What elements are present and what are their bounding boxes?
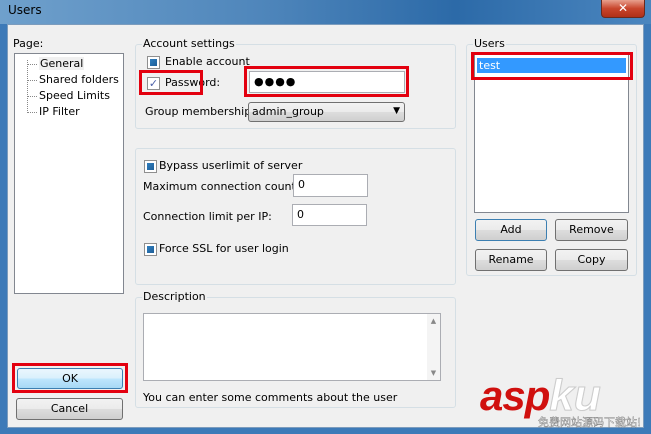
per-ip-label: Connection limit per IP: (143, 210, 272, 223)
watermark-tagline: 免费网站源码下载站! (538, 416, 642, 429)
dialog-body: Page: General Shared folders Speed Limit… (7, 24, 644, 429)
highlight-ok (12, 363, 128, 393)
group-membership-label: Group membership: (145, 105, 255, 118)
title-bar[interactable] (0, 0, 651, 24)
description-hint: You can enter some comments about the us… (143, 391, 398, 404)
force-ssl-label: Force SSL for user login (159, 242, 289, 255)
remove-user-button[interactable]: Remove (555, 219, 628, 241)
enable-account-label: Enable account (165, 55, 250, 68)
add-user-button[interactable]: Add (475, 219, 547, 241)
force-ssl-checkbox[interactable] (144, 243, 157, 256)
rename-user-button[interactable]: Rename (475, 249, 547, 271)
chevron-down-icon: ▼ (393, 106, 400, 116)
per-ip-input[interactable]: 0 (292, 204, 367, 226)
enable-account-checkbox[interactable] (147, 56, 160, 69)
highlight-password-input (244, 66, 409, 97)
description-textarea[interactable] (143, 313, 441, 381)
cancel-button[interactable]: Cancel (16, 398, 123, 420)
bypass-userlimit-checkbox[interactable] (144, 160, 157, 173)
group-membership-select[interactable]: admin_group ▼ (248, 102, 405, 122)
users-title: Users (473, 37, 506, 50)
scroll-up-icon[interactable]: ▲ (427, 317, 440, 325)
max-connection-input[interactable]: 0 (293, 174, 368, 197)
group-membership-value: admin_group (252, 105, 324, 118)
account-settings-title: Account settings (142, 37, 236, 50)
copy-user-button[interactable]: Copy (555, 249, 628, 271)
window-title: Users (8, 3, 42, 17)
tree-item-shared-folders[interactable]: Shared folders (39, 73, 119, 86)
bypass-userlimit-label: Bypass userlimit of server (159, 159, 303, 172)
tree-item-ip-filter[interactable]: IP Filter (39, 105, 80, 118)
tree-item-speed-limits[interactable]: Speed Limits (39, 89, 110, 102)
page-label: Page: (13, 37, 44, 50)
scroll-down-icon[interactable]: ▼ (427, 369, 440, 377)
highlight-password-checkbox (139, 70, 203, 95)
description-scrollbar[interactable]: ▲ ▼ (427, 314, 440, 380)
highlight-user (471, 52, 633, 80)
description-title: Description (142, 290, 207, 303)
max-connection-label: Maximum connection count: (143, 180, 300, 193)
close-button[interactable]: ✕ (601, 0, 645, 18)
tree-item-general[interactable]: General (39, 57, 85, 70)
page-tree[interactable]: General Shared folders Speed Limits IP F… (14, 53, 124, 294)
